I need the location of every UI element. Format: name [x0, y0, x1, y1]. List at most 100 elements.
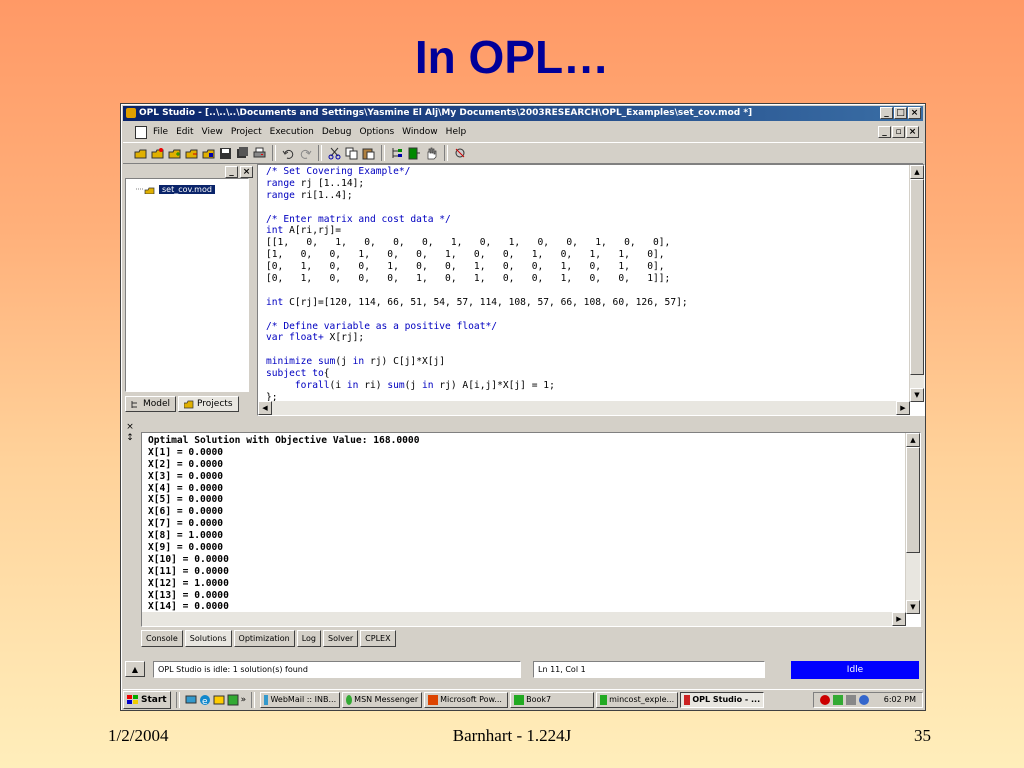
- scroll-right-arrow[interactable]: ▶: [896, 401, 910, 415]
- tree-selected-label[interactable]: set_cov.mod: [159, 184, 215, 194]
- scroll-down-arrow[interactable]: ▼: [910, 388, 924, 402]
- tab-solutions[interactable]: Solutions: [184, 630, 232, 647]
- code-token: (j: [335, 356, 353, 368]
- cut-icon[interactable]: [327, 146, 342, 161]
- menu-edit[interactable]: Edit: [176, 123, 193, 141]
- footer-course: Barnhart - 1.224J: [452, 726, 572, 745]
- redo-icon[interactable]: [298, 146, 313, 161]
- tab-optimization[interactable]: Optimization: [233, 630, 295, 647]
- run-icon[interactable]: [407, 146, 422, 161]
- panel-minimize-button[interactable]: _: [225, 166, 238, 178]
- page-number: 35: [914, 726, 931, 745]
- code-line: subject to{: [266, 368, 688, 380]
- taskbar-button-powerpoint[interactable]: Microsoft Pow...: [424, 691, 509, 708]
- tab-projects[interactable]: Projects: [178, 396, 239, 412]
- tab-log[interactable]: Log: [296, 630, 322, 647]
- output-horizontal-scrollbar[interactable]: ▶: [142, 612, 906, 626]
- save-icon[interactable]: [218, 146, 233, 161]
- minimize-button[interactable]: _: [880, 107, 893, 119]
- scroll-down-arrow[interactable]: ▼: [906, 600, 920, 614]
- status-toggle-button[interactable]: ▲: [125, 661, 145, 677]
- window-title: OPL Studio - [..\..\..\Documents and Set…: [139, 108, 753, 118]
- solutions-output[interactable]: Optimal Solution with Objective Value: 1…: [141, 432, 921, 627]
- scroll-thumb[interactable]: [906, 447, 920, 553]
- tree-node-model[interactable]: set_cov.mod: [136, 184, 215, 194]
- taskbar-button-msn[interactable]: MSN Messenger: [342, 691, 423, 708]
- code-editor[interactable]: /* Set Covering Example*/range rj [1..14…: [257, 164, 925, 416]
- mdi-minimize-button[interactable]: _: [878, 126, 891, 138]
- taskbar-button-webmail[interactable]: WebMail :: INB...: [260, 691, 341, 708]
- antivirus-icon[interactable]: [819, 694, 830, 705]
- tab-model[interactable]: Model: [125, 396, 177, 412]
- tree-icon[interactable]: [390, 146, 405, 161]
- code-text[interactable]: /* Set Covering Example*/range rj [1..14…: [266, 166, 688, 404]
- code-line: [[1, 0, 1, 0, 0, 0, 1, 0, 1, 0, 0, 1, 0,…: [266, 237, 688, 249]
- status-message: OPL Studio is idle: 1 solution(s) found: [153, 661, 521, 678]
- outlook-icon[interactable]: [213, 694, 225, 706]
- window-titlebar[interactable]: OPL Studio - [..\..\..\Documents and Set…: [123, 106, 923, 121]
- taskbar-button-book7[interactable]: Book7: [510, 691, 595, 708]
- objective-value-line: Optimal Solution with Objective Value: 1…: [148, 435, 420, 446]
- toolbar-separator: [318, 145, 322, 161]
- solution-variable-line: X[2] = 0.0000: [148, 458, 224, 470]
- print-icon[interactable]: [252, 146, 267, 161]
- scroll-left-arrow[interactable]: ◀: [258, 401, 272, 415]
- quick-launch-chevron[interactable]: »: [241, 695, 247, 705]
- menu-view[interactable]: View: [202, 123, 223, 141]
- solution-variable-line: X[8] = 1.0000: [148, 530, 224, 542]
- desktop-icon[interactable]: [185, 694, 197, 706]
- taskbar-button-opl-studio[interactable]: OPL Studio - ...: [680, 691, 765, 708]
- network-icon[interactable]: [832, 694, 843, 705]
- save-all-icon[interactable]: [235, 146, 250, 161]
- undo-icon[interactable]: [281, 146, 296, 161]
- app-icon[interactable]: [227, 694, 239, 706]
- scroll-up-arrow[interactable]: ▲: [906, 433, 920, 447]
- copy-icon[interactable]: [344, 146, 359, 161]
- output-panel-close-icon[interactable]: × ↕: [125, 422, 135, 444]
- menu-debug[interactable]: Debug: [322, 123, 352, 141]
- editor-vertical-scrollbar[interactable]: ▲ ▼: [909, 165, 924, 402]
- open-project-icon[interactable]: [133, 146, 148, 161]
- scroll-up-arrow[interactable]: ▲: [910, 165, 924, 179]
- scroll-thumb[interactable]: [910, 179, 924, 375]
- hand-icon[interactable]: [424, 146, 439, 161]
- tab-console[interactable]: Console: [141, 630, 183, 647]
- document-icon[interactable]: [135, 125, 147, 139]
- tab-solver[interactable]: Solver: [323, 630, 359, 647]
- menu-help[interactable]: Help: [446, 123, 467, 141]
- webmail-icon: [264, 694, 269, 705]
- browse-icon[interactable]: [453, 146, 468, 161]
- menu-options[interactable]: Options: [359, 123, 394, 141]
- menu-window[interactable]: Window: [402, 123, 438, 141]
- mdi-close-button[interactable]: ×: [906, 126, 919, 138]
- volume-icon[interactable]: [845, 694, 856, 705]
- tab-cplex[interactable]: CPLEX: [360, 630, 396, 647]
- maximize-button[interactable]: □: [894, 107, 907, 119]
- new-project-icon[interactable]: [150, 146, 165, 161]
- taskbar-separator: [251, 691, 256, 708]
- windows-logo-icon: [127, 694, 138, 704]
- close-button[interactable]: ×: [908, 107, 921, 119]
- menu-project[interactable]: Project: [231, 123, 262, 141]
- scroll-right-arrow[interactable]: ▶: [892, 612, 906, 626]
- panel-close-button[interactable]: ×: [240, 166, 253, 178]
- menu-execution[interactable]: Execution: [270, 123, 314, 141]
- taskbar-button-mincost[interactable]: mincost_exple...: [596, 691, 679, 708]
- menu-file[interactable]: File: [153, 123, 168, 141]
- clock[interactable]: 6:02 PM: [884, 695, 916, 704]
- taskbar-button-label: Microsoft Pow...: [440, 695, 502, 704]
- project-tree[interactable]: set_cov.mod: [125, 178, 249, 392]
- messenger-icon[interactable]: [858, 694, 869, 705]
- build-icon[interactable]: [201, 146, 216, 161]
- start-button[interactable]: Start: [123, 690, 171, 709]
- add-file-icon[interactable]: [167, 146, 182, 161]
- paste-icon[interactable]: [361, 146, 376, 161]
- editor-horizontal-scrollbar[interactable]: ◀ ▶: [258, 401, 910, 415]
- code-line: [0, 1, 0, 0, 1, 0, 0, 1, 0, 0, 1, 0, 1, …: [266, 261, 688, 273]
- output-vertical-scrollbar[interactable]: ▲ ▼: [905, 433, 920, 614]
- code-token: [[1, 0, 1, 0, 0, 0, 1, 0, 1, 0, 0, 1, 0,…: [266, 237, 671, 249]
- projects-folder-icon: [184, 400, 194, 408]
- remove-file-icon[interactable]: [184, 146, 199, 161]
- mdi-restore-button[interactable]: ▫: [892, 126, 905, 138]
- ie-icon[interactable]: e: [199, 694, 211, 706]
